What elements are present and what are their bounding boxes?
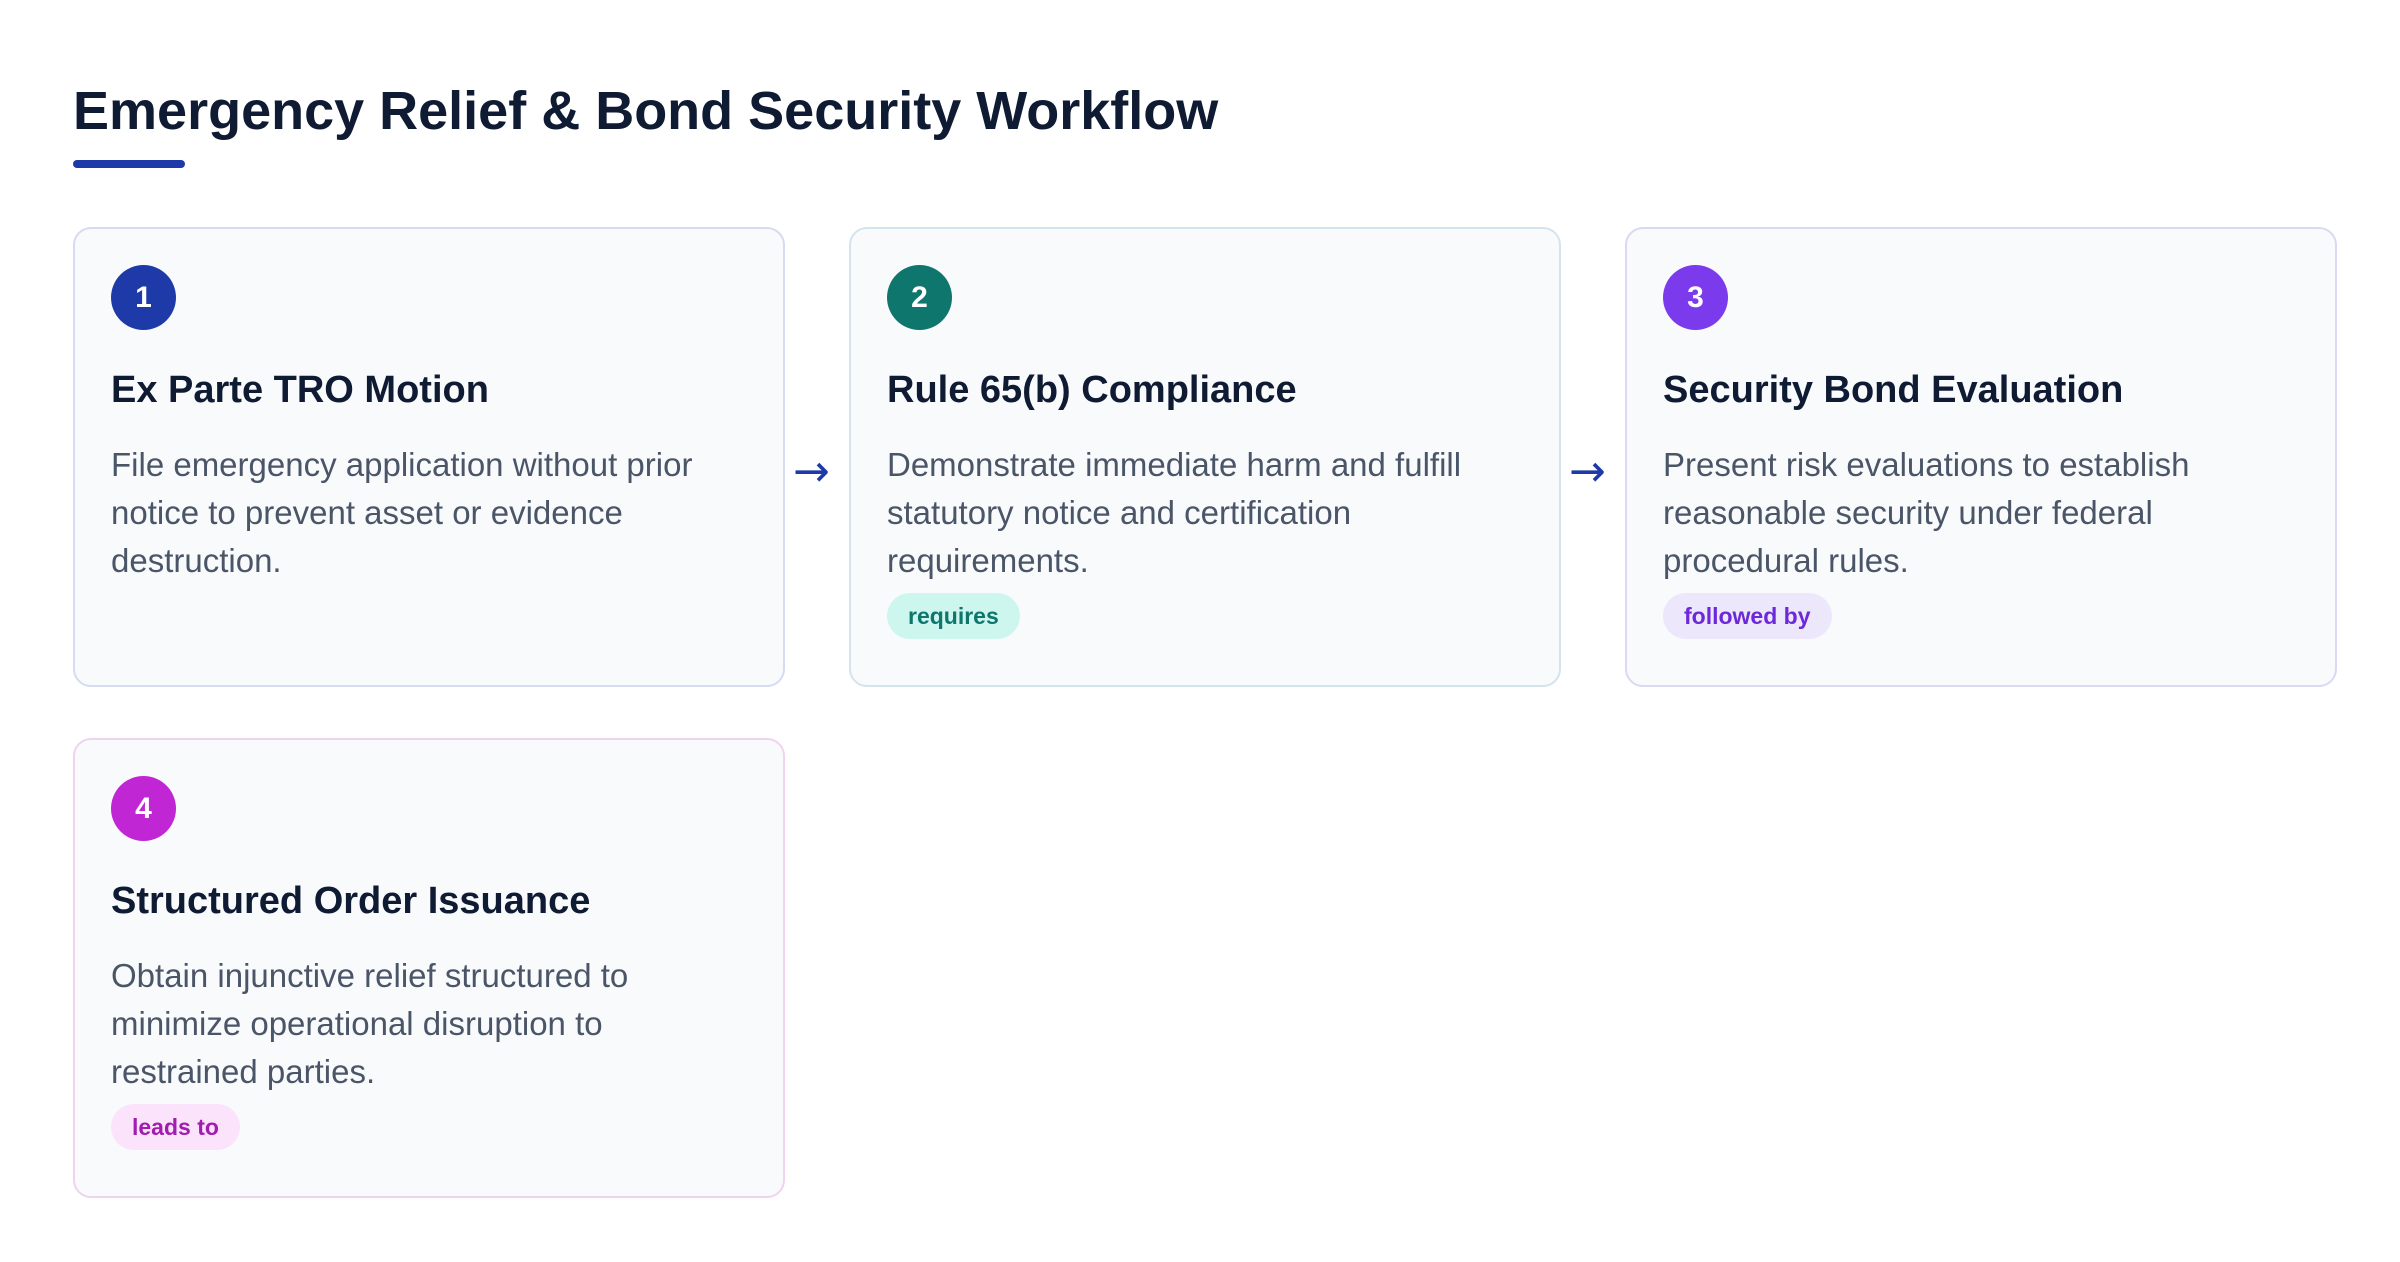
step-number-badge: 4 [111, 776, 176, 841]
relation-tag: leads to [111, 1104, 240, 1150]
step-number-badge: 3 [1663, 265, 1728, 330]
relation-tag: followed by [1663, 593, 1832, 639]
step-card-3: 3 Security Bond Evaluation Present risk … [1625, 227, 2337, 687]
step-number-badge: 2 [887, 265, 952, 330]
title-underline [73, 160, 185, 168]
step-description: File emergency application without prior… [111, 446, 693, 579]
page-title: Emergency Relief & Bond Security Workflo… [73, 81, 1219, 141]
step-title: Structured Order Issuance [111, 880, 591, 922]
relation-tag: requires [887, 593, 1020, 639]
step-description: Present risk evaluations to establish re… [1663, 446, 2190, 579]
step-title: Rule 65(b) Compliance [887, 369, 1297, 411]
flow-arrow-1: → [793, 446, 830, 497]
step-card-2: 2 Rule 65(b) Compliance Demonstrate imme… [849, 227, 1561, 687]
step-card-1: 1 Ex Parte TRO Motion File emergency app… [73, 227, 785, 687]
step-card-4: 4 Structured Order Issuance Obtain injun… [73, 738, 785, 1198]
step-number-badge: 1 [111, 265, 176, 330]
workflow-page: Emergency Relief & Bond Security Workflo… [0, 0, 2400, 1262]
step-description: Obtain injunctive relief structured to m… [111, 957, 629, 1090]
flow-arrow-2: → [1569, 446, 1606, 497]
step-title: Security Bond Evaluation [1663, 369, 2124, 411]
step-description: Demonstrate immediate harm and fulfill s… [887, 446, 1462, 579]
step-title: Ex Parte TRO Motion [111, 369, 489, 411]
